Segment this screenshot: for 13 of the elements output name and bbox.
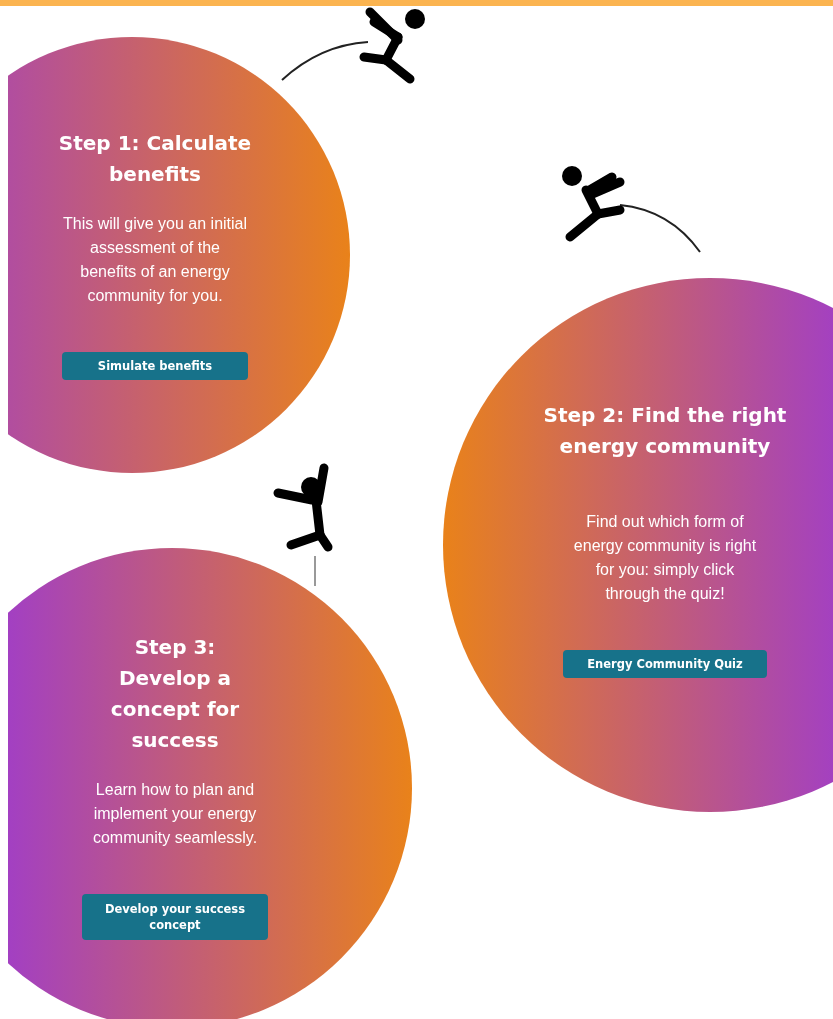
step-title: Step 1: Calculate benefits — [57, 130, 253, 188]
step-title: Step 3: Develop a concept for success — [109, 634, 241, 754]
motion-line — [314, 555, 316, 587]
step-description: Find out which form of energy community is right for you: simply click through the quiz! — [572, 512, 758, 604]
step-button[interactable]: Simulate benefits — [62, 352, 248, 380]
step-button[interactable]: Energy Community Quiz — [563, 650, 767, 678]
step-button[interactable]: Develop your success concept — [82, 894, 268, 940]
jumping-figure-icon — [562, 166, 625, 242]
step-title: Step 2: Find the right energy community — [542, 402, 788, 460]
jumping-figure-icon — [359, 7, 425, 84]
jumping-figure-icon — [273, 463, 333, 552]
step-description: This will give you an initial assessment of the benefits of an energy community for you. — [62, 214, 248, 306]
step-description: Learn how to plan and implement your energy community seamlessly. — [91, 780, 259, 848]
